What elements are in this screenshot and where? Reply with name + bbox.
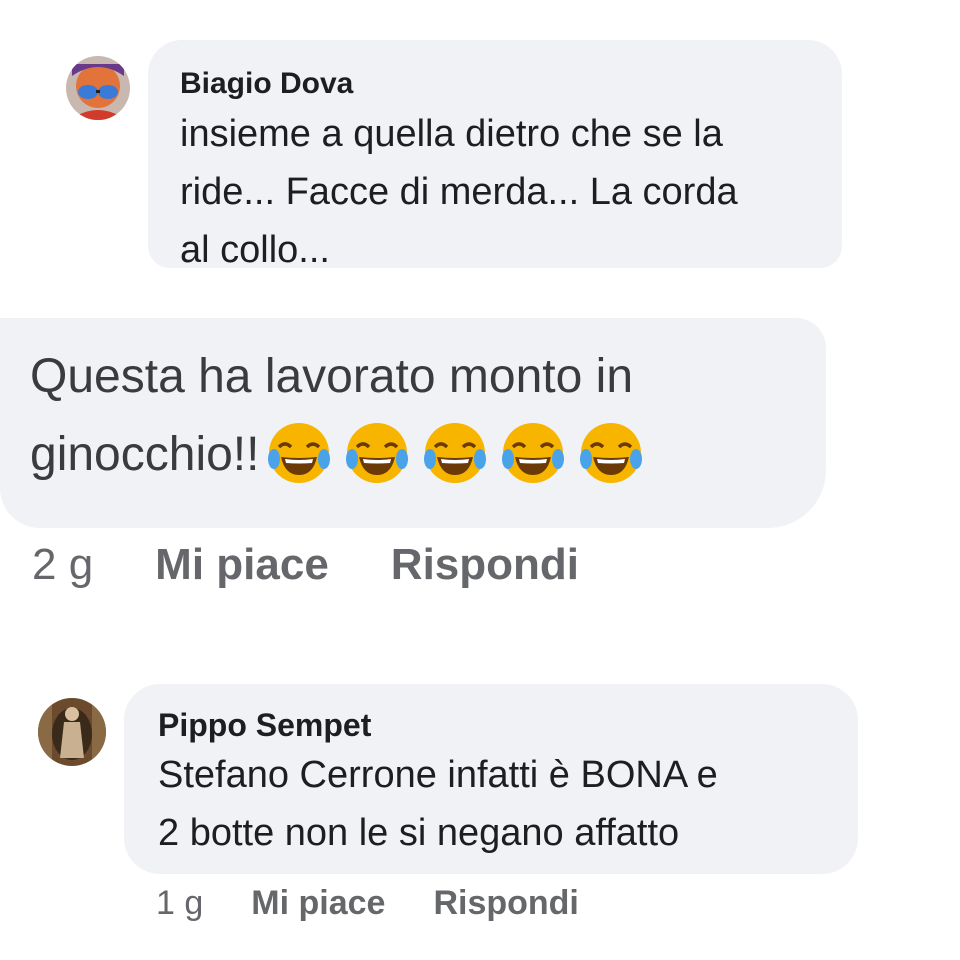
face-with-tears-of-joy-icon: [346, 423, 409, 484]
comment-author[interactable]: Pippo Sempet: [158, 704, 828, 746]
comment-bubble: Questa ha lavorato monto in ginocchio!!: [0, 318, 826, 528]
comment-timestamp[interactable]: 1 g: [156, 884, 203, 923]
face-with-tears-of-joy-icon: [424, 423, 487, 484]
reply-button[interactable]: Rispondi: [391, 540, 579, 590]
comment-bubble: Biagio Dova insieme a quella dietro che …: [148, 40, 842, 271]
comment-bubble: Pippo Sempet Stefano Cerrone infatti è B…: [124, 684, 858, 874]
comment-text-line: Stefano Cerrone infatti è BONA e: [158, 754, 718, 796]
avatar-photo: [38, 698, 106, 766]
comment-actions: 2 g Mi piace Rispondi: [32, 540, 579, 590]
face-with-tears-of-joy-icon: [580, 423, 643, 484]
comment-text-line: Questa ha lavorato monto in: [30, 350, 634, 403]
comment-text-line: insieme a quella dietro che se la: [180, 113, 723, 155]
emoji-row: [265, 419, 645, 487]
comment-text-line: 2 botte non le si negano affatto: [158, 812, 680, 854]
comment-author[interactable]: Biagio Dova: [180, 64, 812, 104]
comment-timestamp[interactable]: 2 g: [32, 540, 93, 590]
like-button[interactable]: Mi piace: [155, 540, 329, 590]
reply-button[interactable]: Rispondi: [433, 884, 578, 923]
like-button[interactable]: Mi piace: [251, 884, 385, 923]
avatar-photo: [66, 56, 130, 120]
face-with-tears-of-joy-icon: [268, 423, 331, 484]
comment-text-line: ride... Facce di merda... La corda: [180, 171, 738, 213]
comment-actions: 1 g Mi piace Rispondi: [156, 884, 579, 923]
avatar[interactable]: [38, 698, 106, 766]
face-with-tears-of-joy-icon: [502, 423, 565, 484]
comment-text-line: ginocchio!!: [30, 416, 806, 494]
comment-text-fragment: ginocchio!!: [30, 428, 260, 481]
avatar[interactable]: [66, 56, 130, 120]
comment-text-line: al collo...: [180, 229, 330, 271]
